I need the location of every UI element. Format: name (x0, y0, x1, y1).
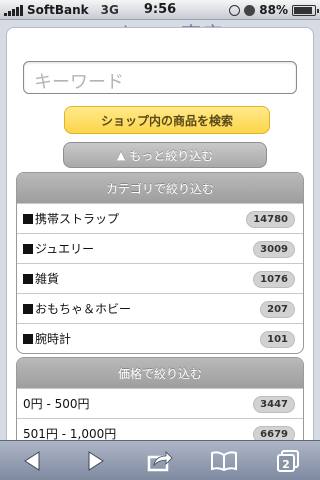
browser-toolbar: 2 (0, 440, 320, 480)
shop-search-button[interactable]: ショップ内の商品を検索 (64, 106, 270, 134)
count-badge: 14780 (246, 211, 295, 228)
bullet-icon (23, 243, 33, 254)
category-label: 雑貨 (35, 272, 60, 286)
count-badge: 6679 (253, 426, 295, 440)
battery-fill (294, 6, 312, 14)
tabs-button[interactable]: 2 (268, 443, 308, 479)
battery-icon (292, 4, 319, 16)
bullet-icon (23, 333, 33, 344)
count-badge: 3009 (253, 241, 295, 258)
back-button[interactable] (12, 443, 52, 479)
share-icon (147, 450, 173, 471)
refine-more-button[interactable]: ▲ もっと絞り込む (63, 142, 267, 168)
price-panel: 価格で絞り込む 0円 - 500円 3447 501円 - 1,000円 667… (16, 357, 304, 440)
count-badge: 101 (260, 331, 295, 348)
category-label: 腕時計 (35, 332, 72, 346)
category-row[interactable]: 雑貨 1076 (17, 263, 303, 293)
category-label: おもちゃ＆ホビー (35, 302, 132, 316)
category-label: 携帯ストラップ (35, 212, 120, 226)
count-badge: 1076 (253, 271, 295, 288)
alarm-icon (244, 4, 256, 16)
price-row[interactable]: 501円 - 1,000円 6679 (17, 418, 303, 440)
keyword-search-input[interactable]: キーワード (23, 61, 297, 94)
category-panel-title: カテゴリで絞り込む (17, 173, 303, 203)
tabs-count: 2 (282, 458, 290, 471)
refine-more-label: もっと絞り込む (129, 148, 214, 163)
count-badge: 207 (260, 301, 295, 318)
bullet-icon (23, 213, 33, 224)
back-icon (24, 450, 40, 471)
forward-button[interactable] (76, 443, 116, 479)
category-row[interactable]: おもちゃ＆ホビー 207 (17, 293, 303, 323)
share-button[interactable] (140, 443, 180, 479)
bookmarks-button[interactable] (204, 443, 244, 479)
price-range-label: 0円 - 500円 (23, 397, 90, 411)
category-row[interactable]: 携帯ストラップ 14780 (17, 203, 303, 233)
rotation-lock-icon (229, 4, 241, 16)
price-panel-title: 価格で絞り込む (17, 358, 303, 388)
bullet-icon (23, 273, 33, 284)
battery-percent: 88% (259, 3, 288, 17)
price-row[interactable]: 0円 - 500円 3447 (17, 388, 303, 418)
price-range-label: 501円 - 1,000円 (23, 427, 117, 440)
count-badge: 3447 (253, 396, 295, 413)
tabs-icon: 2 (277, 449, 299, 472)
forward-icon (88, 450, 104, 471)
bullet-icon (23, 303, 33, 314)
triangle-up-icon: ▲ (116, 148, 126, 162)
category-row[interactable]: ジュエリー 3009 (17, 233, 303, 263)
category-row[interactable]: 腕時計 101 (17, 323, 303, 353)
category-panel: カテゴリで絞り込む 携帯ストラップ 14780 ジュエリー 3009 雑貨 10… (16, 172, 304, 354)
category-label: ジュエリー (35, 242, 95, 256)
bookmarks-icon (211, 450, 237, 471)
status-bar: SoftBank 3G 9:56 88% (0, 0, 320, 20)
